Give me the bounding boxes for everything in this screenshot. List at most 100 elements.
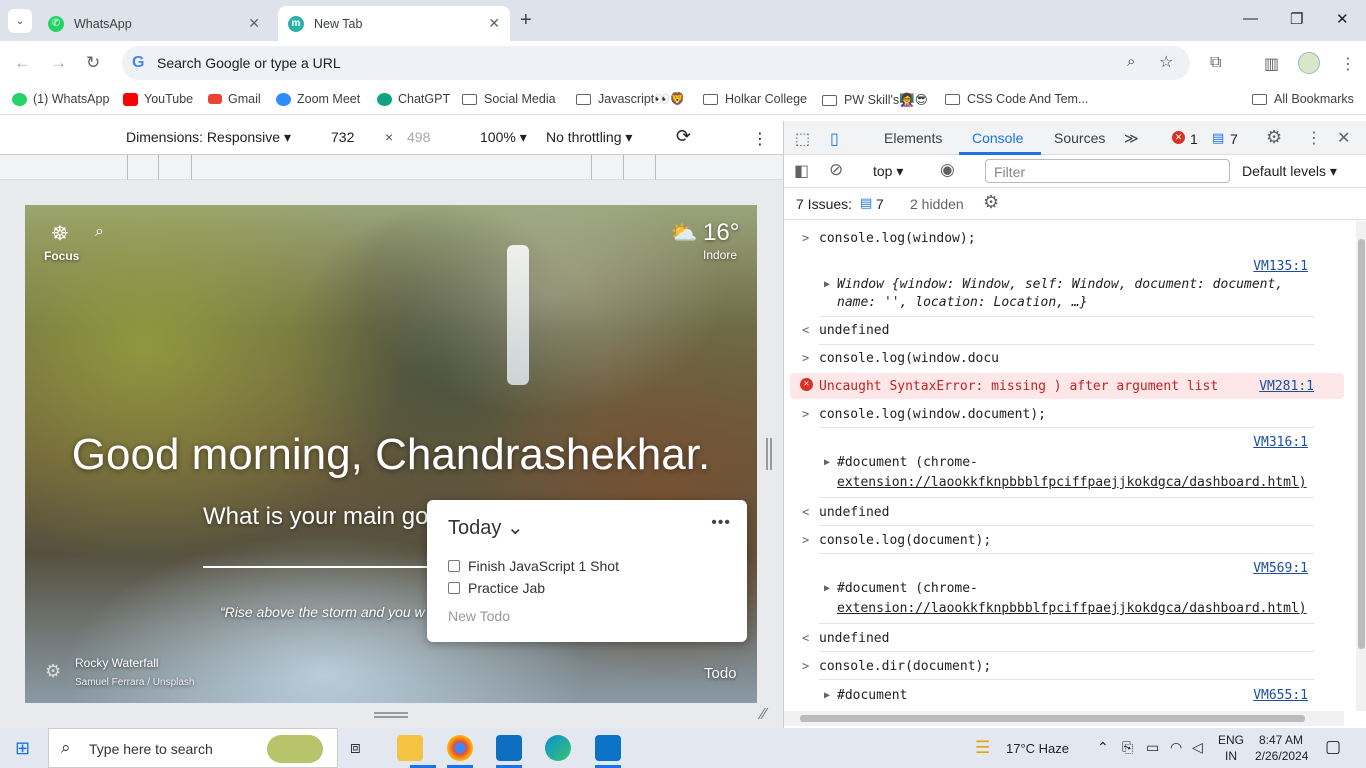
sidebar-toggle-icon[interactable]: ◧ [794,161,809,181]
issue-message-icon[interactable]: ▤ [860,195,872,211]
todo-toggle[interactable]: Todo [704,665,737,682]
close-devtools-icon[interactable]: ✕ [1337,128,1350,148]
all-bookmarks[interactable]: All Bookmarks [1252,92,1354,106]
clock-time[interactable]: 8:47 AM [1259,733,1303,747]
console-vertical-scrollbar[interactable] [1356,221,1366,711]
error-count[interactable]: 1 [1190,131,1198,147]
bookmark-star-icon[interactable]: ☆ [1159,52,1173,72]
tab-elements[interactable]: Elements [884,130,942,146]
bookmark-folder-pwskills[interactable]: PW Skill's👩‍🏫😎 [822,92,928,108]
source-link[interactable]: VM281:1 [1259,379,1314,394]
volume-icon[interactable]: ◁ [1192,739,1203,756]
battery-icon[interactable]: ▭ [1146,739,1159,756]
source-link[interactable]: VM569:1 [1253,561,1308,576]
log-levels-select[interactable]: Default levels ▾ [1242,163,1337,180]
todo-list-selector[interactable]: Today ⌄ [448,515,524,540]
expand-triangle-icon[interactable]: ▶ [824,583,830,594]
menu-icon[interactable]: ⋮ [1340,54,1356,74]
bookmark-youtube[interactable]: YouTube [123,92,193,106]
more-options-icon[interactable]: ••• [711,514,731,532]
bookmark-zoom[interactable]: Zoom Meet [276,92,360,106]
meet-now-icon[interactable]: ⎘ [1122,739,1133,756]
swap-dimensions-button[interactable]: × [385,129,393,145]
rotate-icon[interactable]: ⟳ [676,126,691,147]
tab-sources[interactable]: Sources [1054,130,1105,146]
console-filter-input[interactable]: Filter [985,159,1230,183]
edge-icon[interactable] [545,735,571,761]
device-toggle-icon[interactable]: ▯ [830,129,839,149]
weather-temperature[interactable]: 16° [703,219,739,247]
tab-search-dropdown[interactable]: ⌄ [8,9,32,33]
side-panel-icon[interactable]: ▥ [1264,54,1279,74]
tab-console[interactable]: Console [972,130,1023,146]
source-link[interactable]: VM316:1 [1253,435,1308,450]
file-explorer-icon[interactable] [397,735,423,761]
bookmark-gmail[interactable]: Gmail [208,92,261,106]
close-tab-icon[interactable]: ✕ [248,15,260,32]
settings-gear-icon[interactable]: ⚙ [1266,127,1282,148]
task-view-icon[interactable]: ⧈ [350,738,361,758]
hidden-count[interactable]: 2 hidden [910,196,964,212]
extensions-icon[interactable]: ⧉ [1210,54,1221,72]
wifi-icon[interactable]: ◠ [1170,739,1182,756]
new-tab-button[interactable]: + [520,9,532,32]
vscode-icon[interactable] [496,735,522,761]
expand-triangle-icon[interactable]: ▶ [824,690,830,701]
context-select[interactable]: top ▾ [873,163,903,180]
live-expression-eye-icon[interactable]: ◉ [940,160,955,180]
bookmark-chatgpt[interactable]: ChatGPT [377,92,450,106]
taskbar-weather[interactable]: 17°C Haze [1006,741,1069,756]
message-count[interactable]: 7 [1230,131,1238,147]
devtools-menu-icon[interactable]: ⋮ [1306,128,1322,148]
resize-handle-bottom[interactable] [374,712,408,718]
back-button[interactable]: ← [14,53,31,73]
notification-icon[interactable]: ▢ [1325,737,1341,757]
show-hidden-icons[interactable]: ⌃ [1097,739,1109,756]
new-todo-input[interactable]: New Todo [448,608,510,624]
console-horizontal-scrollbar[interactable] [784,711,1344,726]
focus-label[interactable]: Focus [44,249,79,263]
todo-item[interactable]: Practice Jab [448,580,545,596]
settings-gear-icon[interactable]: ⚙ [45,661,61,682]
zoom-icon[interactable]: ⌕ [1127,53,1135,70]
focus-icon[interactable]: ☸ [51,221,69,246]
address-bar[interactable]: G Search Google or type a URL ⌕ ☆ [122,46,1190,80]
reload-button[interactable]: ↻ [86,53,100,73]
tab-whatsapp[interactable]: ✆ WhatsApp ✕ [38,6,270,41]
resize-handle-right[interactable] [766,438,772,470]
weather-haze-icon[interactable]: ☰ [975,738,990,758]
issues-count[interactable]: 7 [876,196,884,212]
bookmark-whatsapp[interactable]: (1) WhatsApp [12,92,109,106]
todo-checkbox[interactable] [448,560,460,572]
focus-input[interactable] [203,566,453,568]
minimize-button[interactable]: — [1243,10,1258,27]
bookmark-folder-holkar[interactable]: Holkar College [703,92,807,106]
profile-avatar[interactable] [1298,52,1320,74]
error-icon[interactable]: ✕ [1172,131,1185,144]
restore-button[interactable]: ❐ [1290,10,1303,28]
source-link[interactable]: VM135:1 [1253,259,1308,274]
source-link[interactable]: VM655:1 [1253,688,1308,703]
bookmark-folder-social[interactable]: Social Media [462,92,556,106]
forward-button[interactable]: → [50,53,67,73]
tab-new-tab[interactable]: m New Tab ✕ [278,6,510,41]
taskbar-search[interactable]: ⌕ Type here to search [48,728,338,768]
input-language[interactable]: ENG [1218,733,1244,747]
expand-triangle-icon[interactable]: ▶ [824,279,830,290]
inspect-element-icon[interactable]: ⬚ [795,129,810,149]
device-more-icon[interactable]: ⋮ [752,129,768,149]
chrome-icon[interactable] [447,735,473,761]
close-tab-icon[interactable]: ✕ [488,15,500,32]
message-icon[interactable]: ▤ [1212,130,1224,146]
bookmark-folder-css[interactable]: CSS Code And Tem... [945,92,1088,106]
dimensions-select[interactable]: Dimensions: Responsive ▾ [126,129,291,146]
height-input[interactable]: 498 [407,129,430,145]
todo-item[interactable]: Finish JavaScript 1 Shot [448,558,619,574]
expand-triangle-icon[interactable]: ▶ [824,457,830,468]
issues-settings-icon[interactable]: ⚙ [983,192,999,213]
photo-credit[interactable]: Samuel Ferrara / Unsplash [75,677,195,688]
width-input[interactable]: 732 [331,129,354,145]
todo-checkbox[interactable] [448,582,460,594]
search-icon[interactable]: ⌕ [95,223,104,241]
throttling-select[interactable]: No throttling ▾ [546,129,632,146]
